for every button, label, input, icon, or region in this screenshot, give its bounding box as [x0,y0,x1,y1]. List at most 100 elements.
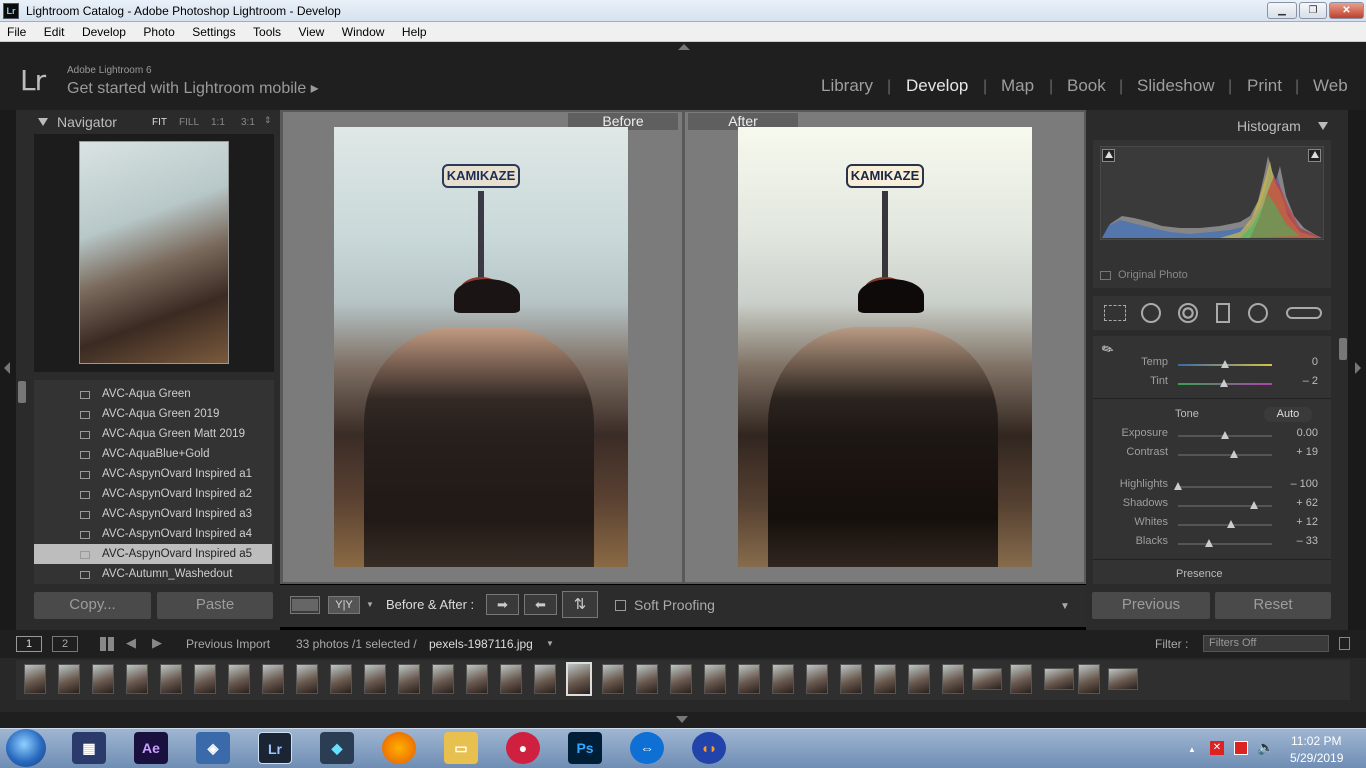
clock-date[interactable]: 5/29/2019 [1290,751,1343,765]
chevron-down-icon[interactable]: ▼ [546,639,554,648]
filmstrip-thumbnail[interactable] [194,664,216,694]
crop-tool-icon[interactable] [1104,305,1126,321]
zoom-fill[interactable]: FILL [179,117,199,128]
zoom-dropdown-icon[interactable]: ⇕ [264,115,272,126]
filmora-icon[interactable]: ◆ [320,732,354,764]
filmstrip-thumbnail[interactable] [566,662,592,696]
close-button[interactable]: ✕ [1329,2,1364,19]
preset-item[interactable]: AVC-Aqua Green [34,384,272,404]
adjustment-brush-icon[interactable] [1286,307,1322,319]
filmstrip-thumbnail[interactable] [24,664,46,694]
filmstrip-thumbnail[interactable] [840,664,862,694]
mobile-link[interactable]: Get started with Lightroom mobile ▸ [67,78,319,98]
collapse-right-icon[interactable] [1355,362,1361,374]
filmstrip-thumbnail[interactable] [466,664,488,694]
swap-settings-button[interactable]: ⇅ [562,591,598,618]
preset-item[interactable]: AVC-AspynOvard Inspired a2 [34,484,272,504]
paste-button[interactable]: Paste [157,592,273,619]
filmstrip-thumbnail[interactable] [738,664,760,694]
blacks-value[interactable]: – 33 [1278,535,1318,547]
menu-develop[interactable]: Develop [82,22,126,39]
menu-photo[interactable]: Photo [143,22,174,39]
source-label[interactable]: Previous Import [186,637,270,651]
exposure-value[interactable]: 0.00 [1278,427,1318,439]
menu-window[interactable]: Window [342,22,385,39]
filmstrip-thumbnail[interactable] [432,664,454,694]
filmstrip-thumbnail[interactable] [704,664,726,694]
filmstrip-thumbnail[interactable] [874,664,896,694]
filmstrip-thumbnail[interactable] [1044,668,1074,690]
filename[interactable]: pexels-1987116.jpg [429,637,533,651]
show-hidden-icons[interactable]: ▲ [1188,745,1196,754]
preset-item[interactable]: AVC-AspynOvard Inspired a5 [34,544,272,564]
audacity-icon[interactable]: ◖◗ [692,732,726,764]
video-app-icon[interactable]: ▦ [72,732,106,764]
blacks-track[interactable] [1178,543,1272,545]
filmstrip-thumbnail[interactable] [972,668,1002,690]
module-web[interactable]: Web [1313,76,1348,96]
collapse-navigator-icon[interactable] [38,118,48,126]
temp-value[interactable]: 0 [1278,356,1318,368]
module-book[interactable]: Book [1067,76,1106,96]
filmstrip-thumbnail[interactable] [160,664,182,694]
blacks-slider-handle[interactable] [1205,539,1214,547]
filmstrip-thumbnail[interactable] [500,664,522,694]
tint-slider-handle[interactable] [1220,379,1229,387]
filmstrip-thumbnail[interactable] [772,664,794,694]
page-1-button[interactable]: 1 [16,636,42,652]
start-button[interactable] [6,729,46,767]
red-eye-tool-icon[interactable] [1178,303,1198,323]
menu-settings[interactable]: Settings [192,22,235,39]
zoom-fit[interactable]: FIT [152,117,167,128]
forward-arrow-icon[interactable]: ▶ [152,635,162,651]
photoshop-icon[interactable]: Ps [568,732,602,764]
tint-value[interactable]: – 2 [1278,375,1318,387]
filmstrip-thumbnail[interactable] [398,664,420,694]
preset-item[interactable]: AVC-Aqua Green 2019 [34,404,272,424]
exposure-slider-handle[interactable] [1221,431,1229,439]
copy-before-to-after-button[interactable]: ➡ [486,594,519,615]
zoom-1-1[interactable]: 1:1 [211,117,225,128]
filmstrip-thumbnail[interactable] [58,664,80,694]
soft-proofing-checkbox[interactable] [615,600,626,611]
filmstrip-thumbnail[interactable] [908,664,930,694]
original-photo-checkbox[interactable] [1100,271,1111,280]
back-arrow-icon[interactable]: ◀ [126,635,136,651]
highlights-value[interactable]: – 100 [1278,478,1318,490]
radial-filter-icon[interactable] [1248,303,1268,323]
previous-button[interactable]: Previous [1092,592,1210,619]
whites-slider-handle[interactable] [1226,520,1235,528]
histogram-chart[interactable] [1100,146,1324,240]
copy-button[interactable]: Copy... [34,592,151,619]
maximize-button[interactable]: ❐ [1299,2,1327,19]
collapse-bottom-icon[interactable] [676,716,688,723]
whites-value[interactable]: + 12 [1278,516,1318,528]
right-scrollbar[interactable] [1339,338,1347,360]
collapse-histogram-icon[interactable] [1318,122,1328,130]
menu-tools[interactable]: Tools [253,22,281,39]
filmstrip-thumbnail[interactable] [1078,664,1100,694]
filter-lock-icon[interactable] [1339,637,1350,650]
contrast-slider-handle[interactable] [1229,450,1238,458]
preset-item[interactable]: AVC-Autumn_Washedout [34,564,272,584]
teamviewer-icon[interactable]: ⇔ [630,732,664,764]
module-slideshow[interactable]: Slideshow [1137,76,1215,96]
filmstrip-thumbnail[interactable] [1010,664,1032,694]
module-develop[interactable]: Develop [906,76,968,96]
module-library[interactable]: Library [821,76,873,96]
filmstrip-thumbnail[interactable] [534,664,556,694]
chevron-down-icon[interactable]: ▼ [366,600,374,609]
highlights-track[interactable] [1178,486,1272,488]
filmstrip-thumbnail[interactable] [330,664,352,694]
menu-view[interactable]: View [299,22,325,39]
contrast-value[interactable]: + 19 [1278,446,1318,458]
network-app-icon[interactable]: ◈ [196,732,230,764]
menu-file[interactable]: File [7,22,26,39]
lightroom-task-icon[interactable]: Lr [258,732,292,764]
network-icon[interactable] [1234,741,1248,755]
contrast-track[interactable] [1178,454,1272,456]
grid-view-icon[interactable] [100,637,114,651]
filmstrip-thumbnail[interactable] [670,664,692,694]
temp-slider-handle[interactable] [1221,360,1229,368]
filmstrip-thumbnail[interactable] [1108,668,1138,690]
